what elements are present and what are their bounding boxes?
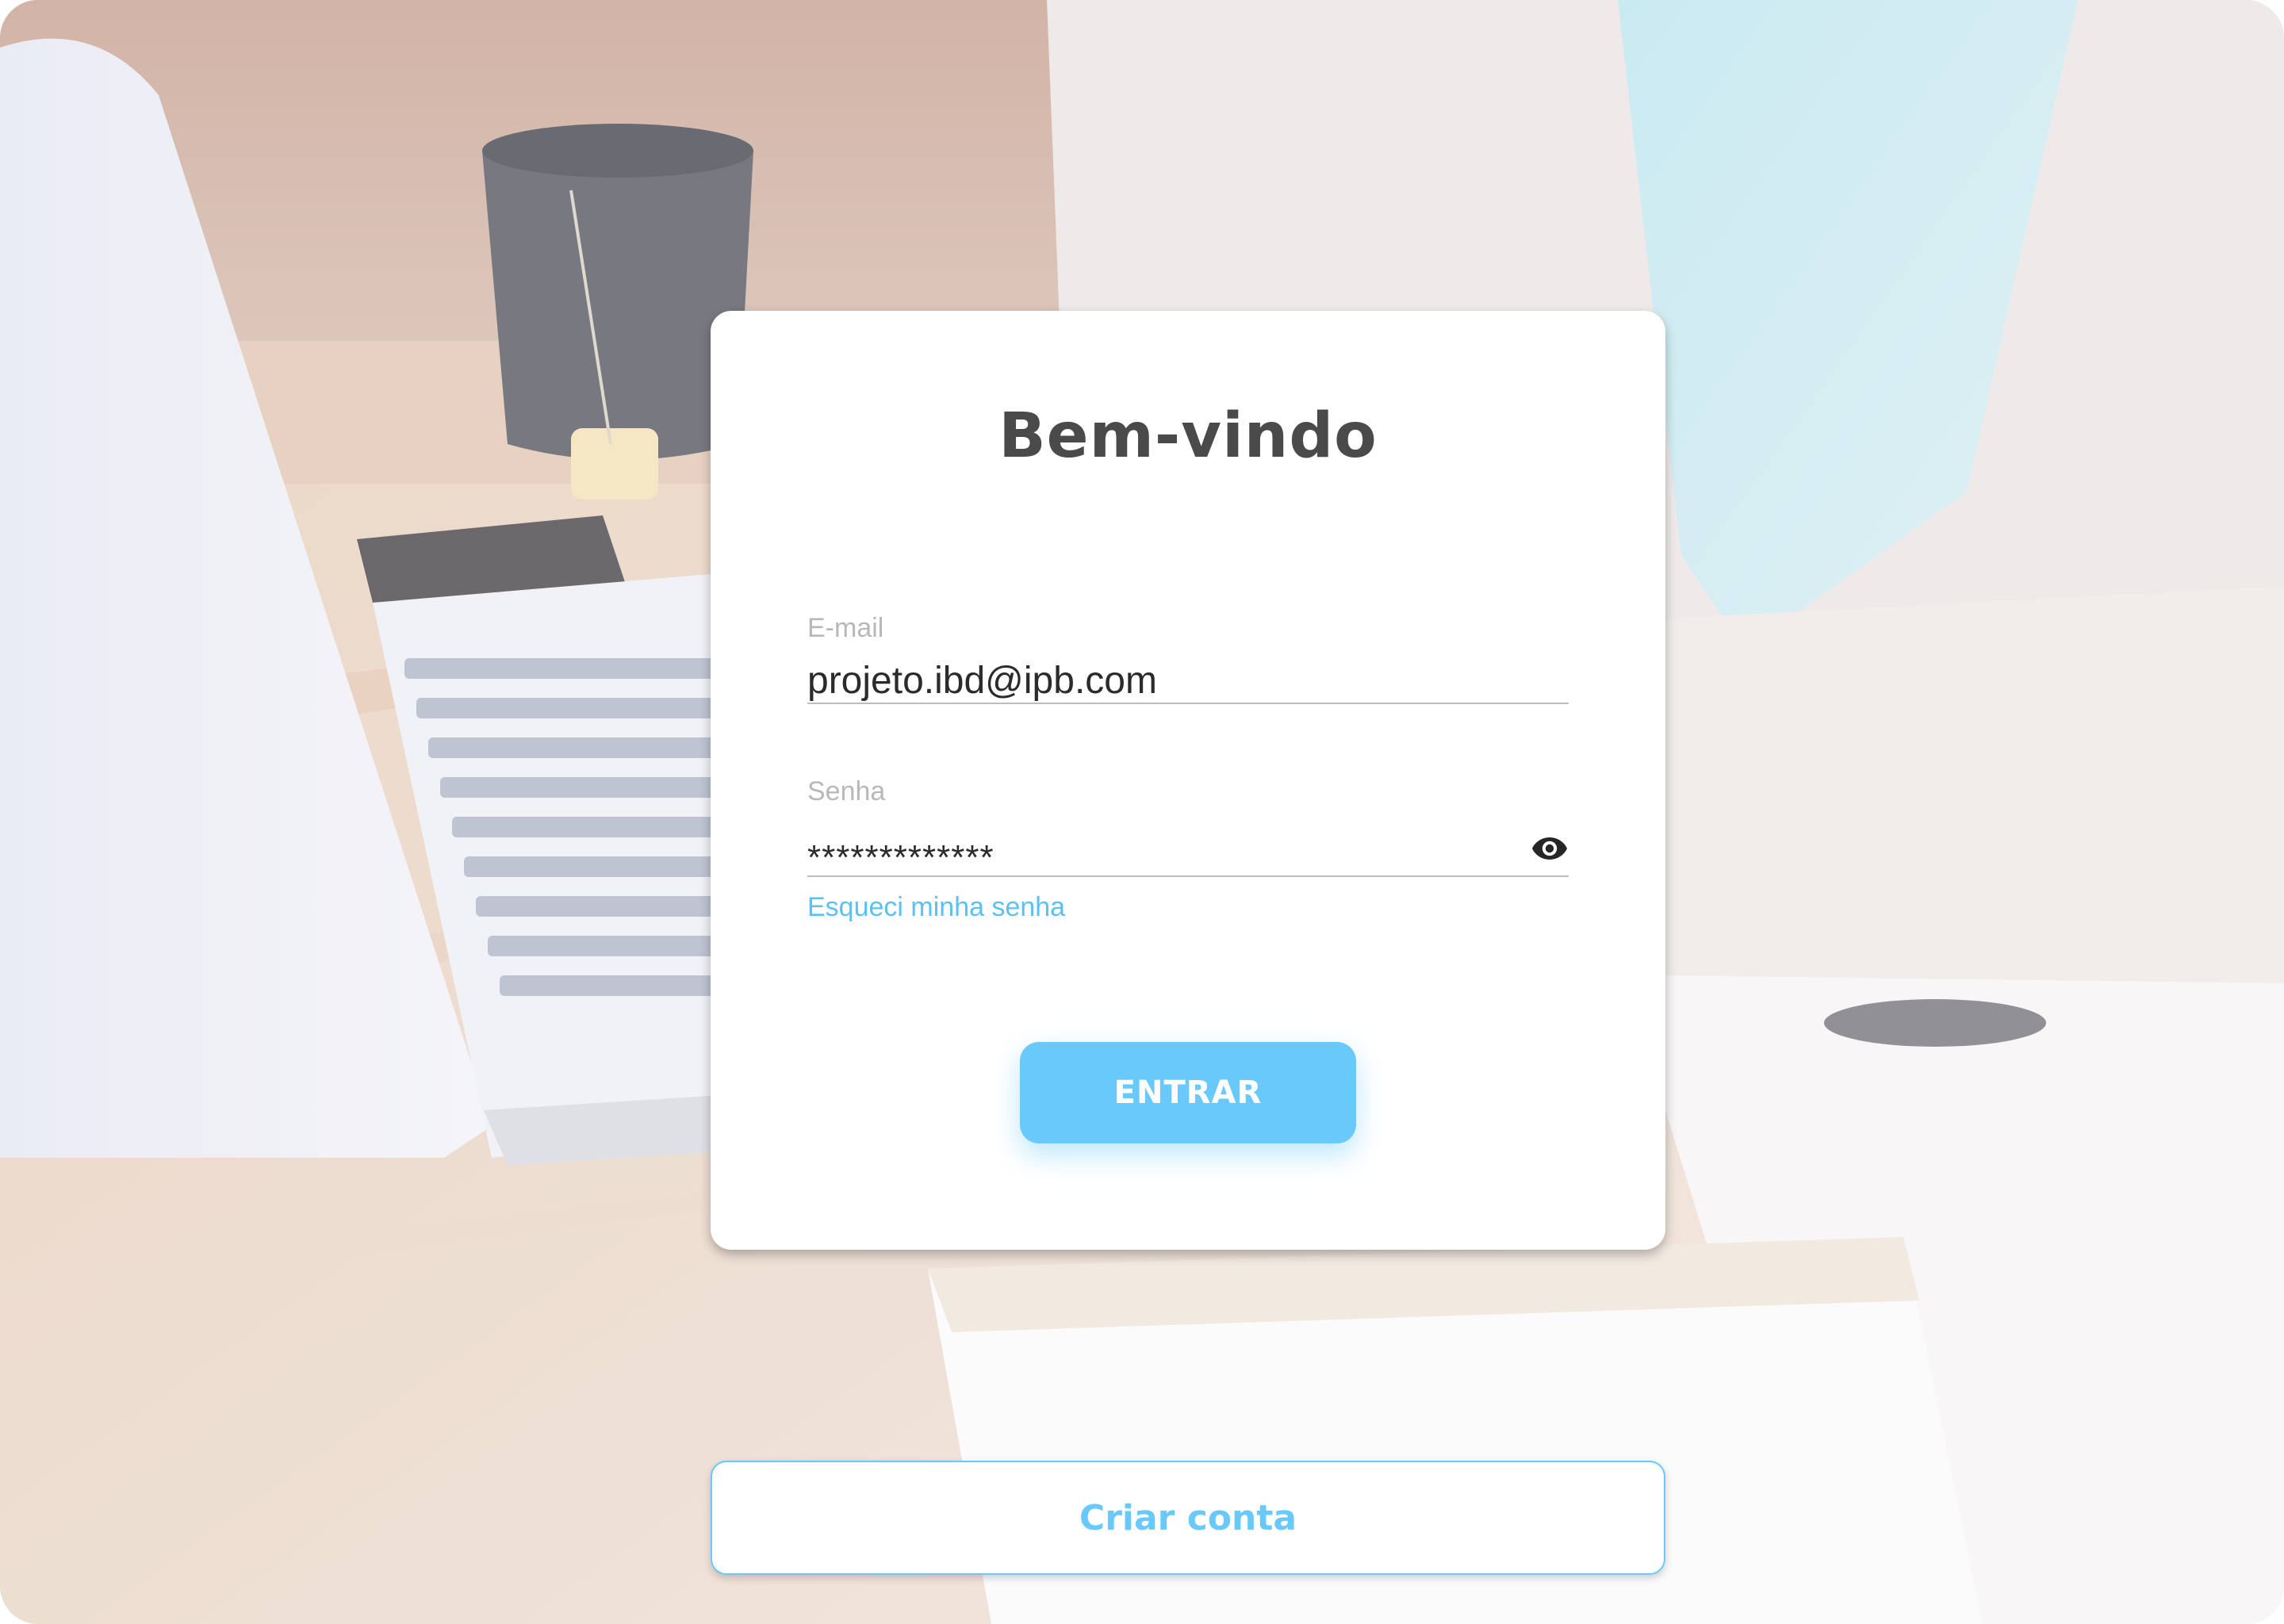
password-label: Senha <box>807 776 886 806</box>
create-account-button[interactable]: Criar conta <box>711 1461 1665 1575</box>
login-card: Bem-vindo E-mail Senha Esqueci minha sen… <box>711 311 1665 1250</box>
email-input[interactable] <box>807 658 1569 704</box>
password-input[interactable] <box>807 829 1569 877</box>
login-screen: Bem-vindo E-mail Senha Esqueci minha sen… <box>0 0 2284 1624</box>
eye-icon[interactable] <box>1531 829 1569 868</box>
password-field-group: Senha <box>807 776 1569 877</box>
email-label: E-mail <box>807 613 884 643</box>
enter-button[interactable]: ENTRAR <box>1020 1042 1356 1143</box>
email-field-group: E-mail <box>807 612 1569 704</box>
forgot-password-link[interactable]: Esqueci minha senha <box>807 891 1065 923</box>
page-title: Bem-vindo <box>998 400 1378 472</box>
